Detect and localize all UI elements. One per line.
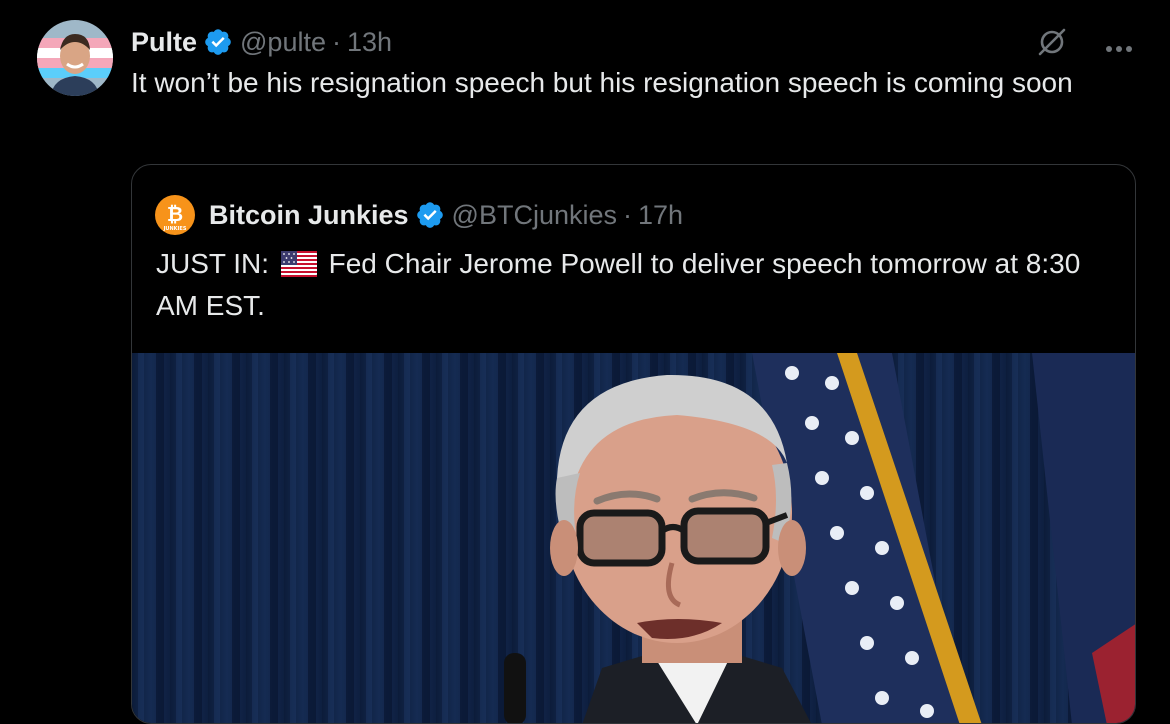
quoted-author-name[interactable]: Bitcoin Junkies [209,200,409,231]
separator-dot: · [623,199,633,230]
quoted-author-handle[interactable]: @BTCjunkies [452,200,617,231]
verified-badge-icon [203,27,233,57]
more-options-icon[interactable] [1104,35,1134,55]
quoted-avatar-label: JUNKIES [163,226,187,232]
svg-text:₿: ₿ [167,202,183,226]
tweet-header: Pulte @pulte · 13h [131,22,392,62]
author-handle[interactable]: @pulte [240,27,326,58]
quoted-text-prefix: JUST IN: [156,248,270,279]
quoted-tweet-time[interactable]: 17h [638,200,683,231]
tweet-text: It won’t be his resignation speech but h… [131,67,1073,98]
tweet[interactable]: Pulte @pulte · 13h It won’t be his resig… [0,0,1170,724]
quoted-tweet-header: ₿ JUNKIES Bitcoin Junkies @BTCjunkies · … [155,195,683,235]
grok-icon[interactable] [1036,26,1068,63]
tweet-time[interactable]: 13h [347,27,392,58]
tweet-actions-top [1036,26,1134,63]
us-flag-icon [280,249,317,287]
author-avatar[interactable] [37,20,113,96]
quoted-tweet-text: JUST IN: Fed Chair Jerome Powell to deli… [156,245,1116,325]
separator-dot: · [331,26,341,57]
quoted-author-avatar[interactable]: ₿ JUNKIES [155,195,195,235]
quoted-tweet[interactable]: ₿ JUNKIES Bitcoin Junkies @BTCjunkies · … [131,164,1136,724]
author-name[interactable]: Pulte [131,27,197,58]
quoted-tweet-photo[interactable] [132,353,1135,723]
verified-badge-icon [415,200,445,230]
